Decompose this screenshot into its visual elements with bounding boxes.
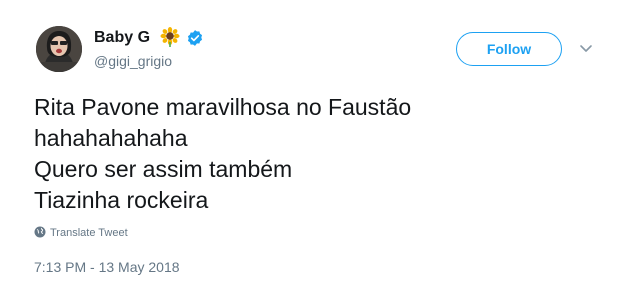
- sunflower-icon: [160, 27, 180, 47]
- tweet-line: hahahahahaha: [34, 125, 188, 151]
- tweet-text: Rita Pavone maravilhosa no Faustão hahah…: [34, 92, 594, 216]
- user-handle[interactable]: @gigi_grigio: [94, 53, 172, 69]
- chevron-down-icon[interactable]: [578, 40, 594, 56]
- tweet-card: Baby G @gigi_grigio Follow Rita Pavone m…: [0, 0, 624, 292]
- translate-tweet-link[interactable]: Translate Tweet: [34, 226, 128, 239]
- tweet-line: Rita Pavone maravilhosa no Faustão: [34, 94, 412, 120]
- display-name[interactable]: Baby G: [94, 29, 150, 47]
- translate-label: Translate Tweet: [50, 227, 128, 239]
- follow-button[interactable]: Follow: [456, 32, 562, 66]
- tweet-timestamp[interactable]: 7:13 PM - 13 May 2018: [34, 259, 180, 275]
- globe-icon: [34, 226, 46, 238]
- avatar[interactable]: [36, 26, 82, 72]
- tweet-line: Quero ser assim também: [34, 156, 293, 182]
- verified-badge-icon: [187, 30, 203, 46]
- tweet-line: Tiazinha rockeira: [34, 187, 209, 213]
